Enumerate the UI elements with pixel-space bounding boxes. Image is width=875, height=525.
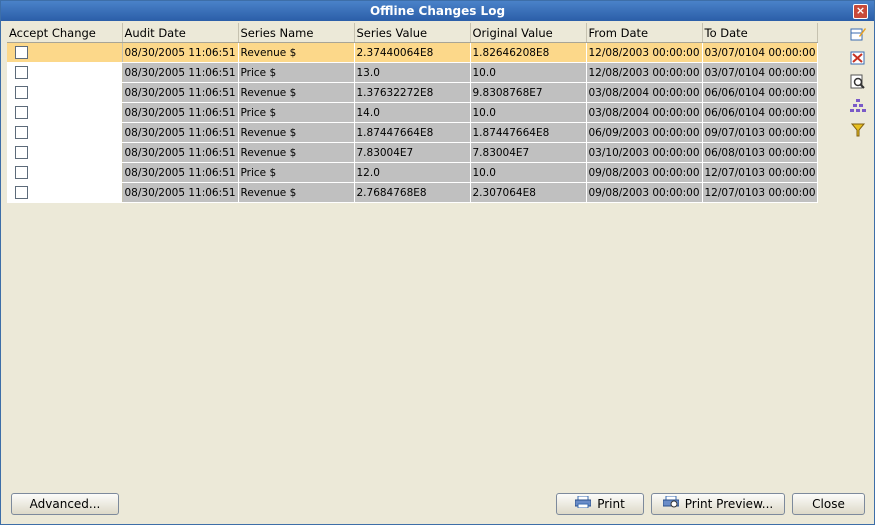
column-header-to-date[interactable]: To Date: [702, 23, 818, 43]
audit-date-cell: 08/30/2005 11:06:51: [122, 122, 239, 143]
advanced-button-label: Advanced...: [29, 497, 101, 511]
filter-icon[interactable]: [849, 121, 867, 139]
delete-table-icon[interactable]: [849, 49, 867, 67]
accept-change-checkbox[interactable]: [15, 146, 28, 159]
column-header-series-value[interactable]: Series Value: [354, 23, 471, 43]
accept-change-checkbox[interactable]: [15, 86, 28, 99]
original-value-cell: 10.0: [470, 102, 587, 123]
series-name-cell: Revenue $: [238, 182, 355, 203]
original-value-cell: 1.82646208E8: [470, 42, 587, 63]
series-name-cell: Revenue $: [238, 42, 355, 63]
accept-change-checkbox[interactable]: [15, 106, 28, 119]
series-value-cell: 1.37632272E8: [354, 82, 471, 103]
series-name-cell: Revenue $: [238, 122, 355, 143]
print-preview-button[interactable]: Print Preview...: [651, 493, 785, 515]
column-header-from-date[interactable]: From Date: [586, 23, 703, 43]
print-button-label: Print: [597, 497, 625, 511]
table-row[interactable]: 08/30/2005 11:06:51 Revenue $ 1.37632272…: [7, 82, 818, 103]
from-date-cell: 12/08/2003 00:00:00: [586, 42, 703, 63]
accept-change-checkbox[interactable]: [15, 166, 28, 179]
series-name-cell: Revenue $: [238, 82, 355, 103]
series-value-cell: 14.0: [354, 102, 471, 123]
column-header-original-value[interactable]: Original Value: [470, 23, 587, 43]
changes-table: Accept Change Audit Date Series Name Ser…: [7, 23, 818, 203]
audit-date-cell: 08/30/2005 11:06:51: [122, 142, 239, 163]
find-icon[interactable]: [849, 73, 867, 91]
column-header-audit-date[interactable]: Audit Date: [122, 23, 239, 43]
series-value-cell: 2.7684768E8: [354, 182, 471, 203]
series-name-cell: Price $: [238, 62, 355, 83]
to-date-cell: 06/06/0104 00:00:00: [702, 82, 818, 103]
offline-changes-window: Offline Changes Log × Accept Change Audi…: [0, 0, 875, 525]
table-row[interactable]: 08/30/2005 11:06:51 Revenue $ 2.37440064…: [7, 42, 818, 63]
original-value-cell: 10.0: [470, 62, 587, 83]
column-header-series-name[interactable]: Series Name: [238, 23, 355, 43]
edit-table-icon[interactable]: [849, 25, 867, 43]
original-value-cell: 1.87447664E8: [470, 122, 587, 143]
close-button[interactable]: Close: [792, 493, 865, 515]
table-row[interactable]: 08/30/2005 11:06:51 Revenue $ 1.87447664…: [7, 122, 818, 143]
audit-date-cell: 08/30/2005 11:06:51: [122, 182, 239, 203]
print-preview-button-label: Print Preview...: [684, 497, 774, 511]
printer-icon: [574, 494, 592, 514]
table-row[interactable]: 08/30/2005 11:06:51 Price $ 12.0 10.0 09…: [7, 162, 818, 183]
to-date-cell: 03/07/0104 00:00:00: [702, 42, 818, 63]
original-value-cell: 10.0: [470, 162, 587, 183]
side-toolbar: [849, 25, 867, 145]
table-row[interactable]: 08/30/2005 11:06:51 Price $ 13.0 10.0 12…: [7, 62, 818, 83]
to-date-cell: 03/07/0104 00:00:00: [702, 62, 818, 83]
series-name-cell: Price $: [238, 102, 355, 123]
audit-date-cell: 08/30/2005 11:06:51: [122, 102, 239, 123]
audit-date-cell: 08/30/2005 11:06:51: [122, 42, 239, 63]
table-row[interactable]: 08/30/2005 11:06:51 Price $ 14.0 10.0 03…: [7, 102, 818, 123]
from-date-cell: 12/08/2003 00:00:00: [586, 62, 703, 83]
to-date-cell: 06/06/0104 00:00:00: [702, 102, 818, 123]
series-name-cell: Price $: [238, 162, 355, 183]
to-date-cell: 12/07/0103 00:00:00: [702, 182, 818, 203]
accept-change-checkbox[interactable]: [15, 126, 28, 139]
advanced-button[interactable]: Advanced...: [11, 493, 119, 515]
to-date-cell: 12/07/0103 00:00:00: [702, 162, 818, 183]
table-header: Accept Change Audit Date Series Name Ser…: [7, 23, 818, 43]
print-preview-icon: [662, 494, 680, 514]
hierarchy-icon[interactable]: [849, 97, 867, 115]
table-row[interactable]: 08/30/2005 11:06:51 Revenue $ 2.7684768E…: [7, 182, 818, 203]
from-date-cell: 09/08/2003 00:00:00: [586, 162, 703, 183]
series-value-cell: 1.87447664E8: [354, 122, 471, 143]
print-button[interactable]: Print: [556, 493, 644, 515]
original-value-cell: 7.83004E7: [470, 142, 587, 163]
from-date-cell: 09/08/2003 00:00:00: [586, 182, 703, 203]
window-title: Offline Changes Log: [369, 4, 506, 18]
accept-change-checkbox[interactable]: [15, 46, 28, 59]
table-row[interactable]: 08/30/2005 11:06:51 Revenue $ 7.83004E7 …: [7, 142, 818, 163]
series-value-cell: 7.83004E7: [354, 142, 471, 163]
series-value-cell: 2.37440064E8: [354, 42, 471, 63]
title-bar: Offline Changes Log ×: [1, 1, 874, 21]
accept-change-checkbox[interactable]: [15, 186, 28, 199]
series-value-cell: 13.0: [354, 62, 471, 83]
to-date-cell: 09/07/0103 00:00:00: [702, 122, 818, 143]
column-header-accept-change[interactable]: Accept Change: [7, 23, 123, 43]
from-date-cell: 06/09/2003 00:00:00: [586, 122, 703, 143]
original-value-cell: 2.307064E8: [470, 182, 587, 203]
close-icon[interactable]: ×: [853, 4, 868, 19]
audit-date-cell: 08/30/2005 11:06:51: [122, 162, 239, 183]
original-value-cell: 9.8308768E7: [470, 82, 587, 103]
series-value-cell: 12.0: [354, 162, 471, 183]
series-name-cell: Revenue $: [238, 142, 355, 163]
to-date-cell: 06/08/0103 00:00:00: [702, 142, 818, 163]
accept-change-checkbox[interactable]: [15, 66, 28, 79]
audit-date-cell: 08/30/2005 11:06:51: [122, 82, 239, 103]
from-date-cell: 03/08/2004 00:00:00: [586, 102, 703, 123]
audit-date-cell: 08/30/2005 11:06:51: [122, 62, 239, 83]
from-date-cell: 03/10/2003 00:00:00: [586, 142, 703, 163]
from-date-cell: 03/08/2004 00:00:00: [586, 82, 703, 103]
close-button-label: Close: [812, 497, 845, 511]
